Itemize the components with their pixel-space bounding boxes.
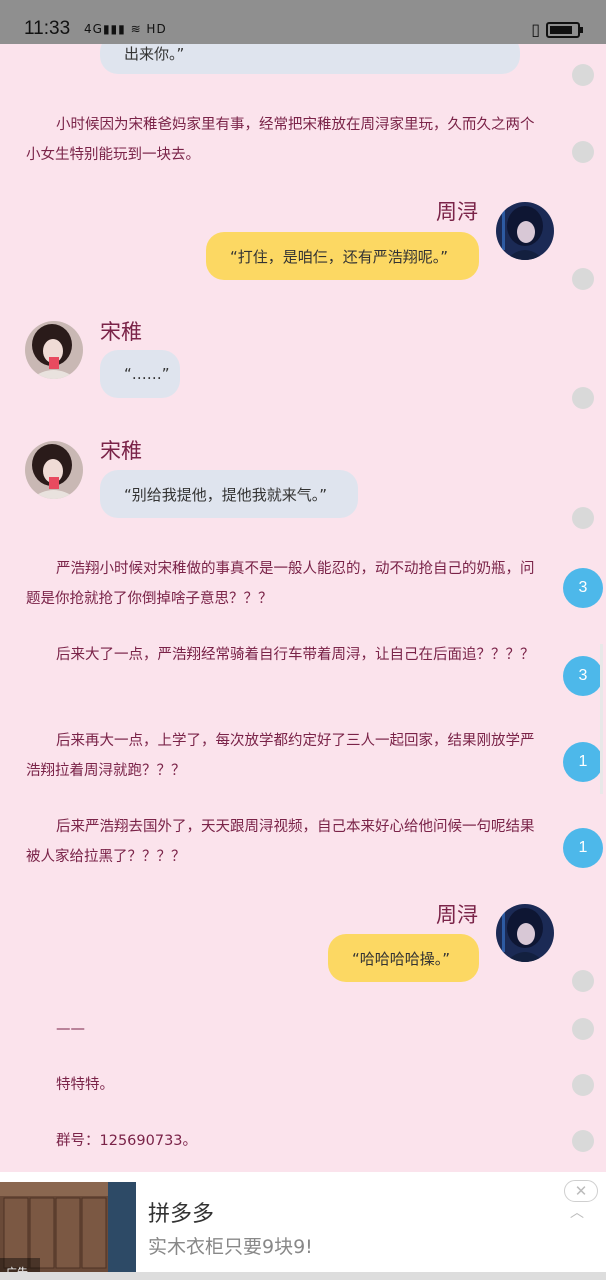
- ad-description[interactable]: 实木衣柜只要9块9!: [148, 1232, 313, 1259]
- network-type: 4G: [84, 22, 103, 36]
- bubble-text: “打住，是咱仨，还有严浩翔呢。”: [230, 247, 449, 266]
- sender-name: 宋稚: [100, 320, 142, 344]
- close-icon[interactable]: ✕: [564, 1180, 598, 1202]
- section-divider: ——: [56, 1021, 85, 1037]
- sender-name: 周浔: [436, 903, 478, 927]
- comment-count-badge[interactable]: 3: [563, 656, 603, 696]
- chat-content[interactable]: 出来你。” 小时候因为宋稚爸妈家里有事，经常把宋稚放在周浔家里玩，久而久之两个小…: [0, 44, 606, 1172]
- ad-image[interactable]: 广告: [0, 1182, 136, 1272]
- ad-banner[interactable]: 广告 拼多多 实木衣柜只要9块9! ✕ ︿: [0, 1172, 606, 1272]
- avatar-zhouxun[interactable]: [496, 904, 554, 962]
- sender-name: 周浔: [436, 200, 478, 224]
- comment-dot[interactable]: [572, 507, 594, 529]
- narration-paragraph: 小时候因为宋稚爸妈家里有事，经常把宋稚放在周浔家里玩，久而久之两个小女生特别能玩…: [26, 117, 535, 163]
- battery-icon: [546, 22, 583, 38]
- bubble-text: 出来你。”: [124, 45, 185, 63]
- ad-brand[interactable]: 拼多多: [148, 1196, 214, 1228]
- narration-paragraph: 后来再大一点，上学了，每次放学都约定好了三人一起回家，结果刚放学严浩翔拉着周浔就…: [26, 733, 535, 779]
- chevron-up-icon[interactable]: ︿: [570, 1202, 584, 1222]
- chat-bubble-left: “别给我提他，提他我就来气。”: [100, 470, 358, 518]
- comment-dot[interactable]: [572, 387, 594, 409]
- comment-count-badge[interactable]: 1: [563, 828, 603, 868]
- comment-count-badge[interactable]: 3: [563, 568, 603, 608]
- comment-dot[interactable]: [572, 268, 594, 290]
- chat-bubble-top: 出来你。”: [100, 44, 520, 74]
- comment-dot[interactable]: [572, 64, 594, 86]
- nav-bar: [0, 1272, 606, 1280]
- vibrate-icon: ▯: [531, 20, 540, 39]
- comment-dot[interactable]: [572, 1130, 594, 1152]
- comment-count-badge[interactable]: 1: [563, 742, 603, 782]
- narration-paragraph: 后来大了一点，严浩翔经常骑着自行车带着周浔，让自己在后面追？？？？: [56, 647, 535, 663]
- comment-dot[interactable]: [572, 1074, 594, 1096]
- sender-name: 宋稚: [100, 439, 142, 463]
- avatar-zhouxun[interactable]: [496, 202, 554, 260]
- author-signoff: 特特特。: [56, 1077, 114, 1093]
- signal-icon: 4G▮▮▮ ≋ HD: [84, 22, 167, 36]
- bubble-text: “……”: [124, 365, 170, 383]
- chat-bubble-right: “哈哈哈哈操。”: [328, 934, 479, 982]
- avatar-songzhi[interactable]: [25, 441, 83, 499]
- narration-paragraph: 严浩翔小时候对宋稚做的事真不是一般人能忍的，动不动抢自己的奶瓶，问题是你抢就抢了…: [26, 561, 535, 607]
- comment-dot[interactable]: [572, 970, 594, 992]
- group-number: 群号：125690733。: [56, 1133, 198, 1149]
- bubble-text: “哈哈哈哈操。”: [352, 949, 451, 968]
- status-time: 11:33: [24, 18, 71, 39]
- chat-bubble-right: “打住，是咱仨，还有严浩翔呢。”: [206, 232, 479, 280]
- narration-paragraph: 后来严浩翔去国外了，天天跟周浔视频，自己本来好心给他问候一句呢结果被人家给拉黑了…: [26, 819, 535, 865]
- status-bar: 11:33 4G▮▮▮ ≋ HD ▯: [0, 0, 606, 44]
- scroll-edge: [600, 644, 603, 794]
- comment-dot[interactable]: [572, 1018, 594, 1040]
- comment-dot[interactable]: [572, 141, 594, 163]
- bubble-text: “别给我提他，提他我就来气。”: [124, 485, 328, 504]
- avatar-songzhi[interactable]: [25, 321, 83, 379]
- ad-tag: 广告: [6, 1264, 28, 1272]
- chat-bubble-left: “……”: [100, 350, 180, 398]
